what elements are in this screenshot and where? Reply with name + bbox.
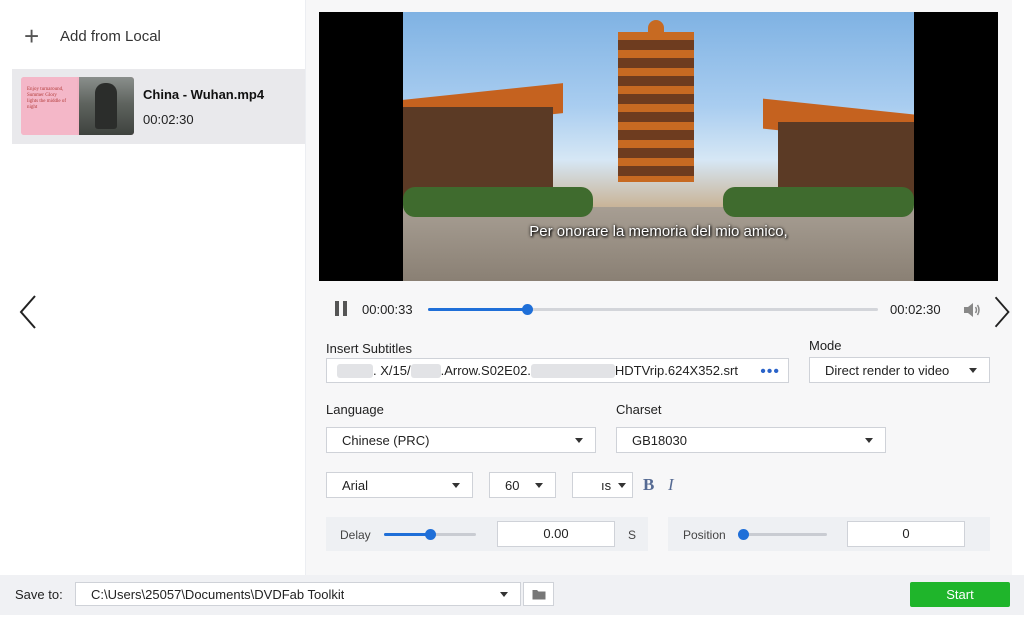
file-name: China - Wuhan.mp4 bbox=[143, 87, 265, 102]
subtitle-path-part3: HDTVrip.624X352.srt bbox=[614, 362, 738, 378]
folder-icon[interactable] bbox=[523, 582, 554, 606]
subtitle-file-field[interactable]: . X/15/ .Arrow.S02E02. HDTVrip.624X352.srt… bbox=[326, 358, 789, 383]
delay-label: Delay bbox=[340, 528, 371, 542]
language-value: Chinese (PRC) bbox=[342, 432, 430, 448]
subtitle-path-part2: .Arrow.S02E02. bbox=[440, 362, 531, 378]
mode-label: Mode bbox=[809, 338, 842, 353]
plus-icon: + bbox=[24, 21, 40, 51]
mode-select[interactable]: Direct render to video bbox=[809, 357, 990, 383]
font-family-value: Arial bbox=[342, 477, 369, 493]
start-button[interactable]: Start bbox=[910, 582, 1010, 607]
save-to-label: Save to: bbox=[15, 587, 63, 602]
add-from-local-button[interactable]: + Add from Local bbox=[24, 21, 161, 51]
video-thumbnail: Enjoy turnaround, Summer Glory lights th… bbox=[21, 77, 134, 135]
delay-slider-fill bbox=[384, 533, 430, 536]
charset-value: GB18030 bbox=[632, 432, 687, 448]
language-label: Language bbox=[326, 402, 384, 417]
bold-button[interactable]: B bbox=[643, 475, 654, 495]
font-size-value: 60 bbox=[505, 477, 520, 493]
chevron-down-icon bbox=[500, 592, 508, 597]
playback-progress-slider[interactable] bbox=[428, 304, 878, 315]
chevron-down-icon bbox=[865, 438, 873, 443]
add-from-local-label: Add from Local bbox=[60, 27, 161, 45]
position-label: Position bbox=[683, 528, 726, 542]
file-list-item[interactable]: Enjoy turnaround, Summer Glory lights th… bbox=[12, 69, 305, 144]
delay-slider-handle[interactable] bbox=[425, 529, 436, 540]
position-slider[interactable] bbox=[738, 529, 827, 540]
position-slider-handle[interactable] bbox=[738, 529, 749, 540]
previous-arrow-icon[interactable] bbox=[15, 292, 41, 332]
italic-button[interactable]: I bbox=[668, 475, 674, 495]
subtitle-path-part1: . X/15/ bbox=[373, 362, 411, 378]
font-size-select[interactable]: 60 bbox=[489, 472, 556, 498]
chevron-down-icon bbox=[618, 483, 626, 488]
volume-icon[interactable] bbox=[963, 302, 981, 318]
chevron-down-icon bbox=[575, 438, 583, 443]
progress-fill bbox=[428, 308, 527, 311]
insert-subtitles-label: Insert Subtitles bbox=[326, 341, 412, 356]
font-family-select[interactable]: Arial bbox=[326, 472, 473, 498]
font-color-select[interactable]: ıs bbox=[572, 472, 633, 498]
thumbnail-text: Enjoy turnaround, Summer Glory lights th… bbox=[27, 87, 67, 110]
video-frame bbox=[403, 12, 914, 281]
position-input[interactable]: 0 bbox=[847, 521, 965, 547]
video-preview[interactable]: Per onorare la memoria del mio amico, bbox=[319, 12, 998, 281]
output-path-value: C:\Users\25057\Documents\DVDFab Toolkit bbox=[91, 586, 345, 602]
file-list-panel: + Add from Local Enjoy turnaround, Summe… bbox=[0, 0, 306, 575]
language-select[interactable]: Chinese (PRC) bbox=[326, 427, 596, 453]
pause-icon[interactable] bbox=[334, 301, 348, 317]
font-color-value: ıs bbox=[601, 477, 612, 493]
delay-unit: S bbox=[628, 528, 637, 542]
mode-value: Direct render to video bbox=[825, 362, 950, 378]
file-duration: 00:02:30 bbox=[143, 112, 194, 127]
next-arrow-icon[interactable] bbox=[990, 292, 1014, 332]
delay-slider[interactable] bbox=[384, 529, 476, 540]
subtitle-overlay: Per onorare la memoria del mio amico, bbox=[529, 223, 788, 240]
current-time: 00:00:33 bbox=[362, 302, 413, 317]
progress-handle[interactable] bbox=[522, 304, 533, 315]
total-time: 00:02:30 bbox=[890, 302, 941, 317]
output-path-select[interactable]: C:\Users\25057\Documents\DVDFab Toolkit bbox=[75, 582, 521, 606]
chevron-down-icon bbox=[969, 368, 977, 373]
chevron-down-icon bbox=[535, 483, 543, 488]
charset-label: Charset bbox=[616, 402, 662, 417]
delay-input[interactable]: 0.00 bbox=[497, 521, 615, 547]
more-dots-icon[interactable]: ••• bbox=[760, 363, 780, 381]
charset-select[interactable]: GB18030 bbox=[616, 427, 886, 453]
chevron-down-icon bbox=[452, 483, 460, 488]
